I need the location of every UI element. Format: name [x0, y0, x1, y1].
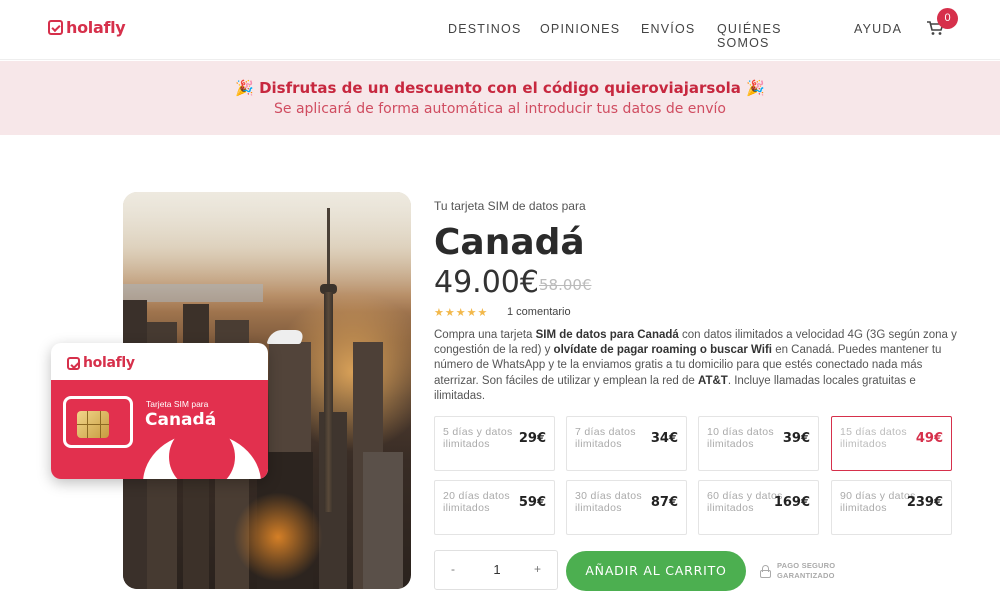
tower-mast	[327, 208, 330, 288]
plan-price: 49€	[915, 431, 943, 446]
sim-chip-frame	[63, 396, 133, 448]
plan-price: 39€	[782, 431, 810, 446]
street-glow	[233, 492, 323, 582]
plan-option-15-days[interactable]: 15 días datos ilimitados 49€	[831, 416, 952, 471]
star-icon: ★	[477, 307, 489, 319]
plan-option-5-days[interactable]: 5 días y datos ilimitados 29€	[434, 416, 555, 471]
plan-price: 34€	[650, 431, 678, 446]
promo-banner: 🎉 Disfrutas de un descuento con el códig…	[0, 61, 1000, 135]
plan-price: 59€	[518, 495, 546, 510]
nav-envios[interactable]: ENVÍOS	[641, 22, 695, 36]
plan-label: 10 días datos ilimitados	[707, 426, 774, 450]
sim-logo-text: holafly	[83, 355, 135, 371]
sim-small-label: Tarjeta SIM para	[146, 399, 209, 409]
product-subtitle: Tu tarjeta SIM de datos para	[434, 199, 586, 213]
secure-line2: GARANTIZADO	[777, 571, 835, 580]
plan-option-7-days[interactable]: 7 días datos ilimitados 34€	[566, 416, 687, 471]
secure-payment-text: PAGO SEGURO GARANTIZADO	[777, 561, 835, 581]
plan-option-60-days[interactable]: 60 días y datos ilimitados 169€	[698, 480, 819, 535]
nav-destinos[interactable]: DESTINOS	[448, 22, 522, 36]
desc-bold: olvídate de pagar roaming o buscar Wifi	[553, 344, 772, 357]
rating-stars[interactable]: ★★★★★	[434, 306, 488, 319]
holafly-logo[interactable]: holafly	[48, 18, 126, 37]
product-description: Compra una tarjeta SIM de datos para Can…	[434, 328, 964, 404]
holafly-logo-icon	[48, 20, 63, 35]
party-popper-icon: 🎉	[746, 79, 765, 97]
star-icon: ★	[434, 307, 445, 319]
plan-option-10-days[interactable]: 10 días datos ilimitados 39€	[698, 416, 819, 471]
site-header: holafly DESTINOS OPINIONES ENVÍOS QUIÉNE…	[0, 0, 1000, 60]
cart-count-badge: 0	[937, 8, 958, 29]
plan-option-20-days[interactable]: 20 días datos ilimitados 59€	[434, 480, 555, 535]
nav-ayuda[interactable]: AYUDA	[854, 22, 902, 36]
nav-opiniones[interactable]: OPINIONES	[540, 22, 620, 36]
lock-icon	[760, 564, 771, 578]
tower-shaft	[324, 292, 333, 512]
star-icon: ★	[455, 307, 467, 319]
stadium-dome	[266, 330, 306, 344]
building	[363, 452, 403, 589]
plan-price: 239€	[906, 495, 943, 510]
plan-label: 15 días datos ilimitados	[840, 426, 907, 450]
party-popper-icon: 🎉	[235, 79, 254, 97]
sim-card: holafly Tarjeta SIM para Canadá	[51, 343, 268, 479]
promo-subtext: Se aplicará de forma automática al intro…	[274, 101, 726, 117]
desc-bold: SIM de datos para Canadá	[535, 329, 679, 341]
plan-label: 20 días datos ilimitados	[443, 490, 510, 514]
plan-label: 5 días y datos ilimitados	[443, 426, 513, 450]
nav-quienes-somos[interactable]: QUIÉNES SOMOS	[717, 22, 782, 50]
quantity-input[interactable]: 1	[491, 562, 503, 577]
plan-label: 30 días datos ilimitados	[575, 490, 642, 514]
promo-headline: 🎉 Disfrutas de un descuento con el códig…	[0, 79, 1000, 97]
plan-label: 7 días datos ilimitados	[575, 426, 636, 450]
logo-text: holafly	[66, 18, 126, 37]
plan-option-30-days[interactable]: 30 días datos ilimitados 87€	[566, 480, 687, 535]
desc-text: Compra una tarjeta	[434, 329, 536, 341]
sim-chip-icon	[77, 411, 109, 438]
star-icon: ★	[444, 307, 456, 319]
holafly-logo-icon	[67, 356, 80, 370]
secure-line1: PAGO SEGURO	[777, 561, 836, 570]
desc-bold: AT&T	[698, 374, 728, 387]
sim-logo: holafly	[67, 355, 135, 371]
reviews-link[interactable]: 1 comentario	[507, 306, 571, 318]
product-price: 49.00€	[434, 265, 539, 300]
add-to-cart-button[interactable]: AÑADIR AL CARRITO	[566, 551, 746, 591]
plan-price: 169€	[773, 495, 810, 510]
product-title: Canadá	[434, 222, 585, 263]
plan-option-90-days[interactable]: 90 días y datos ilimitados 239€	[831, 480, 952, 535]
plan-price: 87€	[650, 495, 678, 510]
product-old-price: 58.00€	[539, 276, 592, 294]
sim-card-band: Tarjeta SIM para Canadá	[51, 380, 268, 479]
quantity-increase-button[interactable]: +	[534, 562, 541, 576]
quantity-stepper: - 1 +	[434, 550, 558, 590]
sim-arc-inner	[169, 424, 235, 479]
secure-payment-badge: PAGO SEGURO GARANTIZADO	[760, 561, 835, 581]
plan-price: 29€	[518, 431, 546, 446]
promo-headline-text: Disfrutas de un descuento con el código …	[259, 79, 741, 97]
star-icon: ★	[466, 307, 478, 319]
quantity-decrease-button[interactable]: -	[451, 562, 455, 576]
